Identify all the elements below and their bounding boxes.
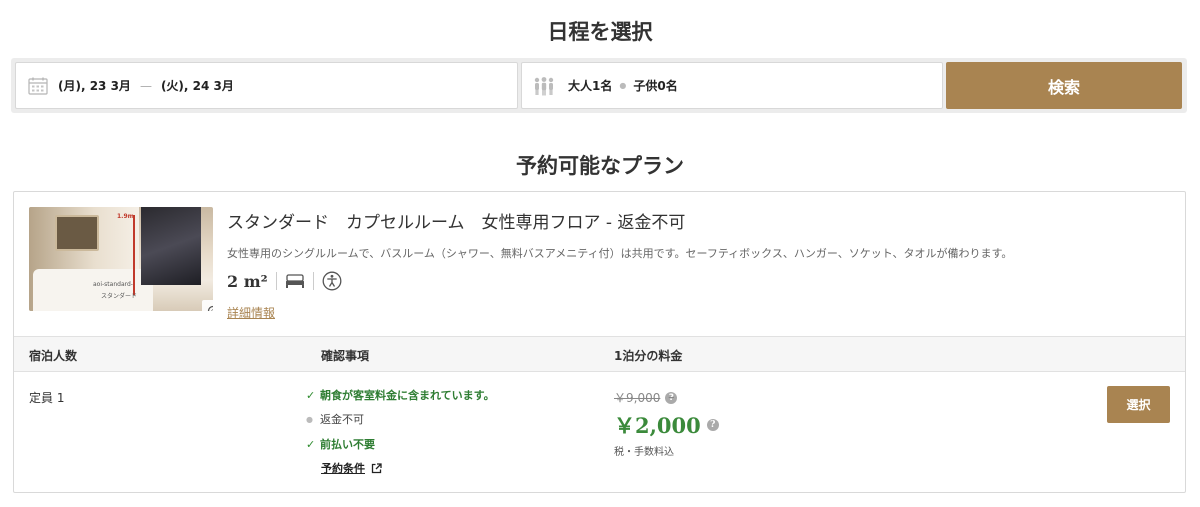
- capacity-value: 定員 1: [29, 391, 65, 405]
- guests-field[interactable]: 大人1名 ● 子供0名: [521, 62, 943, 109]
- condition-text: 返金不可: [320, 413, 364, 426]
- checkout-date: (火), 24 3月: [160, 79, 234, 93]
- schedule-section-title: 日程を選択: [547, 20, 653, 44]
- help-icon[interactable]: ?: [665, 391, 678, 404]
- room-size: 2 m²: [227, 271, 268, 291]
- search-bar: (月), 23 3月 — (火), 24 3月 大人1名 ● 子供0名 検索: [11, 58, 1187, 113]
- current-price: ￥2,000 ?: [614, 410, 719, 440]
- condition-item: ✓ 朝食が客室料金に含まれています。: [306, 387, 495, 403]
- bullet-icon: ●: [306, 414, 313, 424]
- external-link-icon: [371, 462, 382, 474]
- room-description: 女性専用のシングルルームで、バスルーム（シャワー、無料バスアメニティ付）は共用で…: [227, 247, 1013, 260]
- divider: [312, 272, 314, 290]
- column-header-guests: 宿泊人数: [29, 349, 78, 363]
- adults-count: 大人1名: [568, 79, 613, 93]
- condition-item: ● 返金不可: [306, 411, 364, 427]
- tax-note: 税・手数料込: [614, 447, 674, 458]
- booking-terms-label: 予約条件: [321, 462, 365, 475]
- photo-room-type: スタンダード: [101, 293, 138, 300]
- table-header: 宿泊人数 確認事項 1泊分の料金: [14, 336, 1185, 372]
- check-icon: ✓: [306, 437, 316, 451]
- divider: [275, 272, 277, 290]
- condition-text: 前払い不要: [320, 438, 375, 451]
- room-name: スタンダード カプセルルーム 女性専用フロア - 返金不可: [227, 213, 686, 233]
- zoom-icon[interactable]: [202, 300, 213, 311]
- booking-terms-link[interactable]: 予約条件: [321, 460, 382, 476]
- original-price: ￥9,000 ?: [614, 389, 678, 406]
- room-photo[interactable]: 1.9m aoi-standard- スタンダード: [29, 207, 213, 311]
- help-icon[interactable]: ?: [706, 419, 719, 431]
- search-button[interactable]: 検索: [946, 62, 1182, 109]
- condition-item: ✓ 前払い不要: [306, 436, 375, 452]
- details-link[interactable]: 詳細情報: [227, 304, 275, 321]
- condition-text: 朝食が客室料金に含まれています。: [320, 389, 495, 402]
- bed-icon: [285, 274, 305, 288]
- checkin-date: (月), 23 3月: [58, 79, 131, 93]
- column-header-conditions: 確認事項: [321, 349, 370, 363]
- plans-section-title: 予約可能なプラン: [516, 154, 684, 178]
- guests-icon: [533, 76, 555, 96]
- date-range-field[interactable]: (月), 23 3月 — (火), 24 3月: [15, 62, 518, 109]
- select-button[interactable]: 選択: [1107, 386, 1170, 423]
- date-separator: —: [139, 78, 152, 93]
- column-header-price: 1泊分の料金: [614, 349, 683, 363]
- accessibility-icon: [322, 271, 342, 291]
- original-price-value: ￥9,000: [614, 391, 661, 405]
- children-count: 子供0名: [633, 79, 678, 93]
- check-icon: ✓: [306, 388, 316, 402]
- plan-card: 1.9m aoi-standard- スタンダード スタンダード カプセルルーム…: [13, 191, 1186, 493]
- room-features: 2 m²: [227, 270, 342, 292]
- photo-room-code: aoi-standard-: [93, 281, 133, 288]
- current-price-value: ￥2,000: [614, 413, 701, 438]
- photo-height-label: 1.9m: [117, 213, 134, 220]
- guests-separator-dot: ●: [619, 81, 627, 90]
- calendar-icon: [28, 77, 48, 95]
